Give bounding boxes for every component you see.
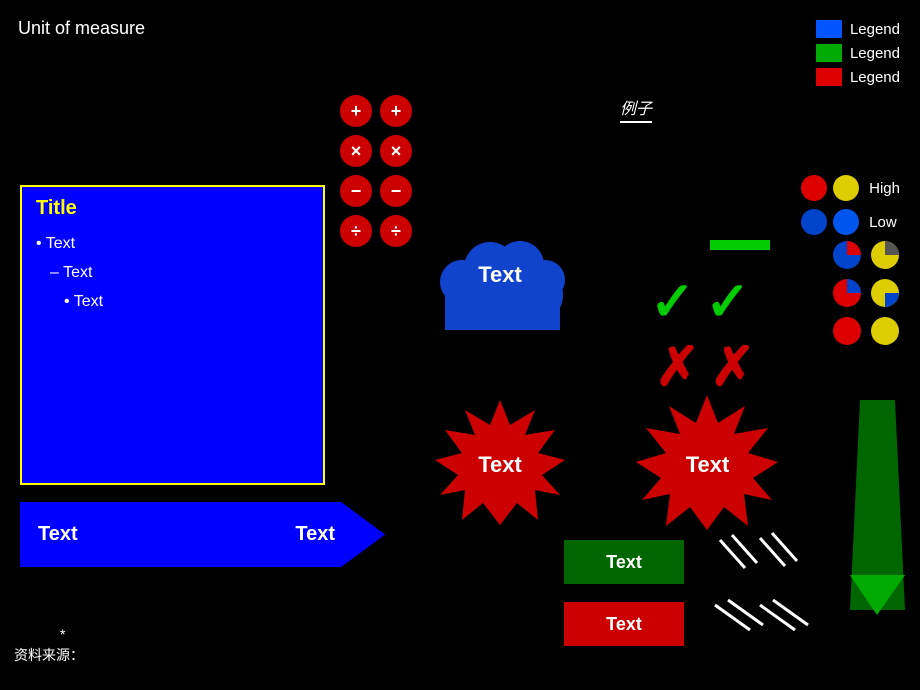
operators-cluster: + + × × − − ÷ ÷ xyxy=(340,95,416,251)
pie-3b xyxy=(870,316,900,346)
pie-row xyxy=(832,240,900,346)
legend-box-green xyxy=(816,44,842,62)
xmark-2: ✗ xyxy=(710,335,755,398)
starburst-left-text: Text xyxy=(478,452,522,478)
legend-label-green: Legend xyxy=(850,45,900,62)
legend-label-red: Legend xyxy=(850,69,900,86)
checkmark-2: ✓ xyxy=(705,270,750,333)
op-divide-1[interactable]: ÷ xyxy=(340,215,372,247)
red-box-text: Text xyxy=(606,614,642,635)
title-heading: Title xyxy=(36,197,309,220)
pie-2b xyxy=(870,278,900,308)
high-label: High xyxy=(869,180,900,197)
bullet-list: Text Text Text xyxy=(36,230,309,316)
low-label: Low xyxy=(869,214,897,231)
cloud-svg xyxy=(420,210,580,340)
pie-pair-2 xyxy=(832,278,900,308)
pie-1b xyxy=(870,240,900,270)
bullet-2: Text xyxy=(36,259,309,288)
green-arrows xyxy=(850,400,905,620)
banner-text-left: Text xyxy=(20,523,295,546)
op-divide-2[interactable]: ÷ xyxy=(380,215,412,247)
checkmark-1: ✓ xyxy=(650,270,695,333)
pie-2a xyxy=(832,278,862,308)
high-row: High xyxy=(801,175,900,201)
green-box-text: Text xyxy=(606,552,642,573)
op-plus-2[interactable]: + xyxy=(380,95,412,127)
xmark-1: ✗ xyxy=(655,335,700,398)
green-text-box: Text xyxy=(564,540,684,584)
unit-label: Unit of measure xyxy=(18,18,145,39)
legend-item-green: Legend xyxy=(816,44,900,62)
red-text-box: Text xyxy=(564,602,684,646)
pie-3a xyxy=(832,316,862,346)
high-circle-yellow xyxy=(833,175,859,201)
low-row: Low xyxy=(801,209,900,235)
pie-pair-1 xyxy=(832,240,900,270)
title-box: Title Text Text Text xyxy=(20,185,325,485)
bullet-1: Text xyxy=(36,230,309,259)
reizi-label: 例子 xyxy=(620,95,652,123)
bottom-banner: Text Text xyxy=(20,502,385,567)
op-times-1[interactable]: × xyxy=(340,135,372,167)
checkmarks: ✓ ✓ xyxy=(650,270,751,333)
op-plus-1[interactable]: + xyxy=(340,95,372,127)
legend-item-blue: Legend xyxy=(816,20,900,38)
banner-text-right: Text xyxy=(295,523,385,546)
bullet-3: Text xyxy=(36,288,309,317)
legend-container: Legend Legend Legend xyxy=(816,20,900,86)
low-circle-blue xyxy=(801,209,827,235)
green-dash xyxy=(710,240,770,250)
legend-box-blue xyxy=(816,20,842,38)
op-times-2[interactable]: × xyxy=(380,135,412,167)
op-minus-2[interactable]: − xyxy=(380,175,412,207)
starburst-right: Text xyxy=(620,390,795,540)
footer-source: 资料来源： xyxy=(14,645,84,665)
pie-pair-3 xyxy=(832,316,900,346)
legend-box-red xyxy=(816,68,842,86)
high-circle-red xyxy=(801,175,827,201)
pie-1a xyxy=(832,240,862,270)
green-arrow-up-svg xyxy=(850,400,905,620)
diag-lines-svg xyxy=(710,530,810,660)
starburst-right-text: Text xyxy=(686,452,730,478)
low-circle-blue2 xyxy=(833,209,859,235)
legend-item-red: Legend xyxy=(816,68,900,86)
cloud-shape: Text xyxy=(420,210,580,340)
diagonal-lines xyxy=(710,530,810,660)
xmarks: ✗ ✗ xyxy=(655,335,756,398)
legend-label-blue: Legend xyxy=(850,21,900,38)
high-low-legend: High Low xyxy=(801,175,900,235)
starburst-left: Text xyxy=(420,395,580,535)
footer-star: * xyxy=(60,626,65,642)
op-minus-1[interactable]: − xyxy=(340,175,372,207)
